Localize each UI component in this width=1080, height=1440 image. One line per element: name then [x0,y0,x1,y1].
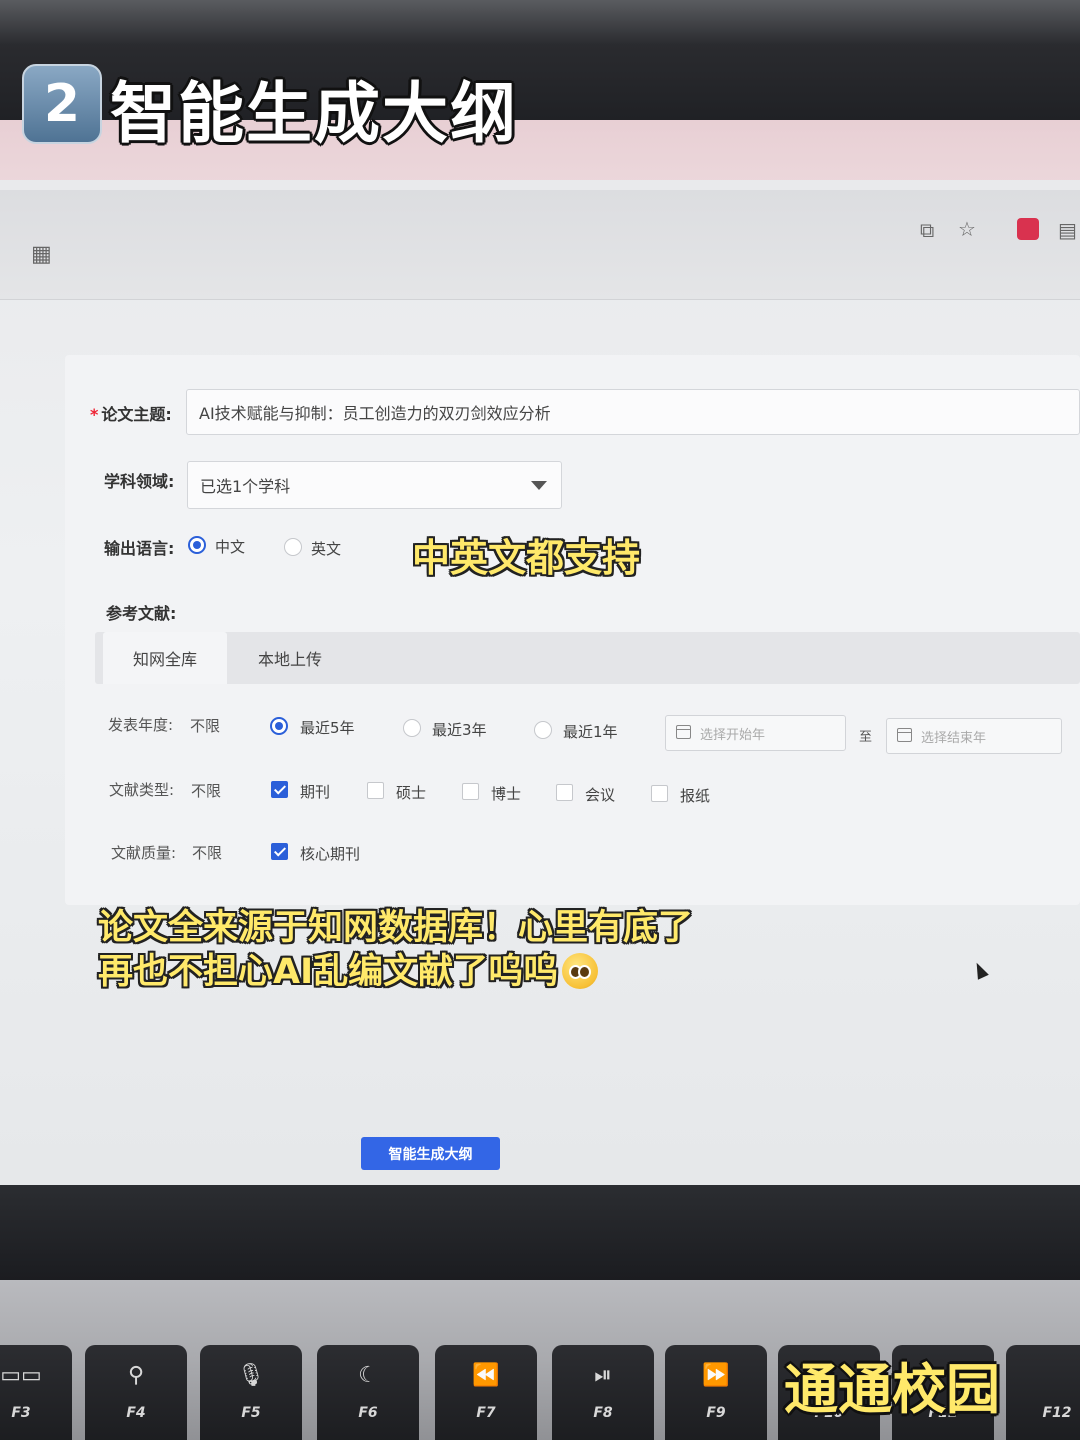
end-year-picker[interactable]: 选择结束年 [886,718,1062,754]
quality-unlimited[interactable]: 不限 [192,842,222,863]
type-check-newspaper[interactable] [651,785,668,802]
type-unlimited[interactable]: 不限 [191,780,221,801]
extension-icon[interactable] [1017,218,1039,240]
watermark: 通通校园 [784,1358,1000,1421]
key-label: F8 [593,1405,613,1421]
key-glyph-icon: ⏯ [594,1363,612,1388]
year-option-5: 最近5年 [300,719,355,737]
key-glyph-icon: ⚲ [127,1363,145,1388]
type-option-conference: 会议 [585,786,616,804]
year-option-1: 最近1年 [563,723,618,741]
references-tabs: 知网全库 本地上传 [95,632,1080,684]
tab-local-upload[interactable]: 本地上传 [230,632,350,684]
laptop-bezel-bottom [0,1185,1080,1280]
year-radio-5[interactable] [270,717,288,735]
type-label: 文献类型: [109,781,175,799]
language-radio-en[interactable] [284,538,302,556]
caption-language: 中英文都支持 [412,536,641,580]
generate-outline-button[interactable]: 智能生成大纲 [361,1137,500,1170]
type-option-newspaper: 报纸 [680,787,711,805]
year-radio-1[interactable] [534,721,552,739]
quality-check-core[interactable] [271,843,288,860]
language-option-zh: 中文 [215,538,246,556]
key-f4[interactable]: ⚲ F4 [85,1345,187,1440]
step-title: 智能生成大纲 [110,75,518,152]
key-f12[interactable]: F12 [1006,1345,1080,1440]
field-select[interactable]: 已选1个学科 [187,461,562,509]
step-number-badge: 2 [22,64,102,144]
key-glyph-icon: ⏪ [472,1363,500,1388]
topic-label: * 论文主题: [90,405,172,424]
key-label: F6 [358,1405,378,1421]
dropdown-caret-icon [531,481,547,490]
tab-cnki[interactable]: 知网全库 [103,632,227,684]
field-label: 学科领域: [104,472,175,491]
key-glyph-icon: ▭▭ [0,1363,42,1388]
quality-option-core: 核心期刊 [300,845,361,863]
key-f8[interactable]: ⏯ F8 [552,1345,654,1440]
year-label: 发表年度: [108,716,174,734]
calendar-icon [676,725,691,739]
references-label: 参考文献: [106,604,177,623]
apps-grid-icon[interactable]: ▦ [31,242,52,267]
caption-source-line2: 再也不担心AI乱编文献了呜呜 [98,943,599,994]
key-label: F7 [476,1405,496,1421]
document-icon[interactable]: ▤ [1058,218,1077,242]
key-f9[interactable]: ⏩ F9 [665,1345,767,1440]
language-option-en: 英文 [311,540,342,558]
key-f6[interactable]: ☾ F6 [317,1345,419,1440]
calendar-icon [897,728,912,742]
year-unlimited[interactable]: 不限 [190,715,220,736]
key-f5[interactable]: 🎙 F5 [200,1345,302,1440]
translate-icon[interactable]: ⧉ [920,218,934,242]
key-f7[interactable]: ⏪ F7 [435,1345,537,1440]
browser-toolbar: ▦ ⧉ ☆ ▤ [0,190,1080,300]
type-check-journal[interactable] [271,781,288,798]
key-glyph-icon: ☾ [358,1363,378,1388]
type-check-master[interactable] [367,782,384,799]
key-label: F12 [1042,1405,1072,1421]
language-radio-zh[interactable] [188,536,206,554]
to-label: 至 [859,730,873,745]
pleading-face-icon [562,953,599,989]
start-year-picker[interactable]: 选择开始年 [665,715,846,751]
outline-form-panel [65,355,1080,905]
language-label: 输出语言: [104,539,175,558]
star-icon[interactable]: ☆ [958,217,976,241]
quality-label: 文献质量: [111,844,177,862]
type-option-master: 硕士 [396,784,427,802]
key-label: F3 [11,1405,31,1421]
year-radio-3[interactable] [403,719,421,737]
type-check-conference[interactable] [556,784,573,801]
key-glyph-icon: 🎙 [237,1363,265,1388]
key-f3[interactable]: ▭▭ F3 [0,1345,72,1440]
key-label: F4 [126,1405,146,1421]
type-option-journal: 期刊 [300,783,331,801]
key-label: F5 [241,1405,261,1421]
type-check-phd[interactable] [462,783,479,800]
year-option-3: 最近3年 [432,721,487,739]
topic-input[interactable]: AI技术赋能与抑制：员工创造力的双刃剑效应分析 [186,389,1080,435]
key-label: F9 [706,1405,726,1421]
type-option-phd: 博士 [491,785,522,803]
key-glyph-icon: ⏩ [702,1363,730,1388]
